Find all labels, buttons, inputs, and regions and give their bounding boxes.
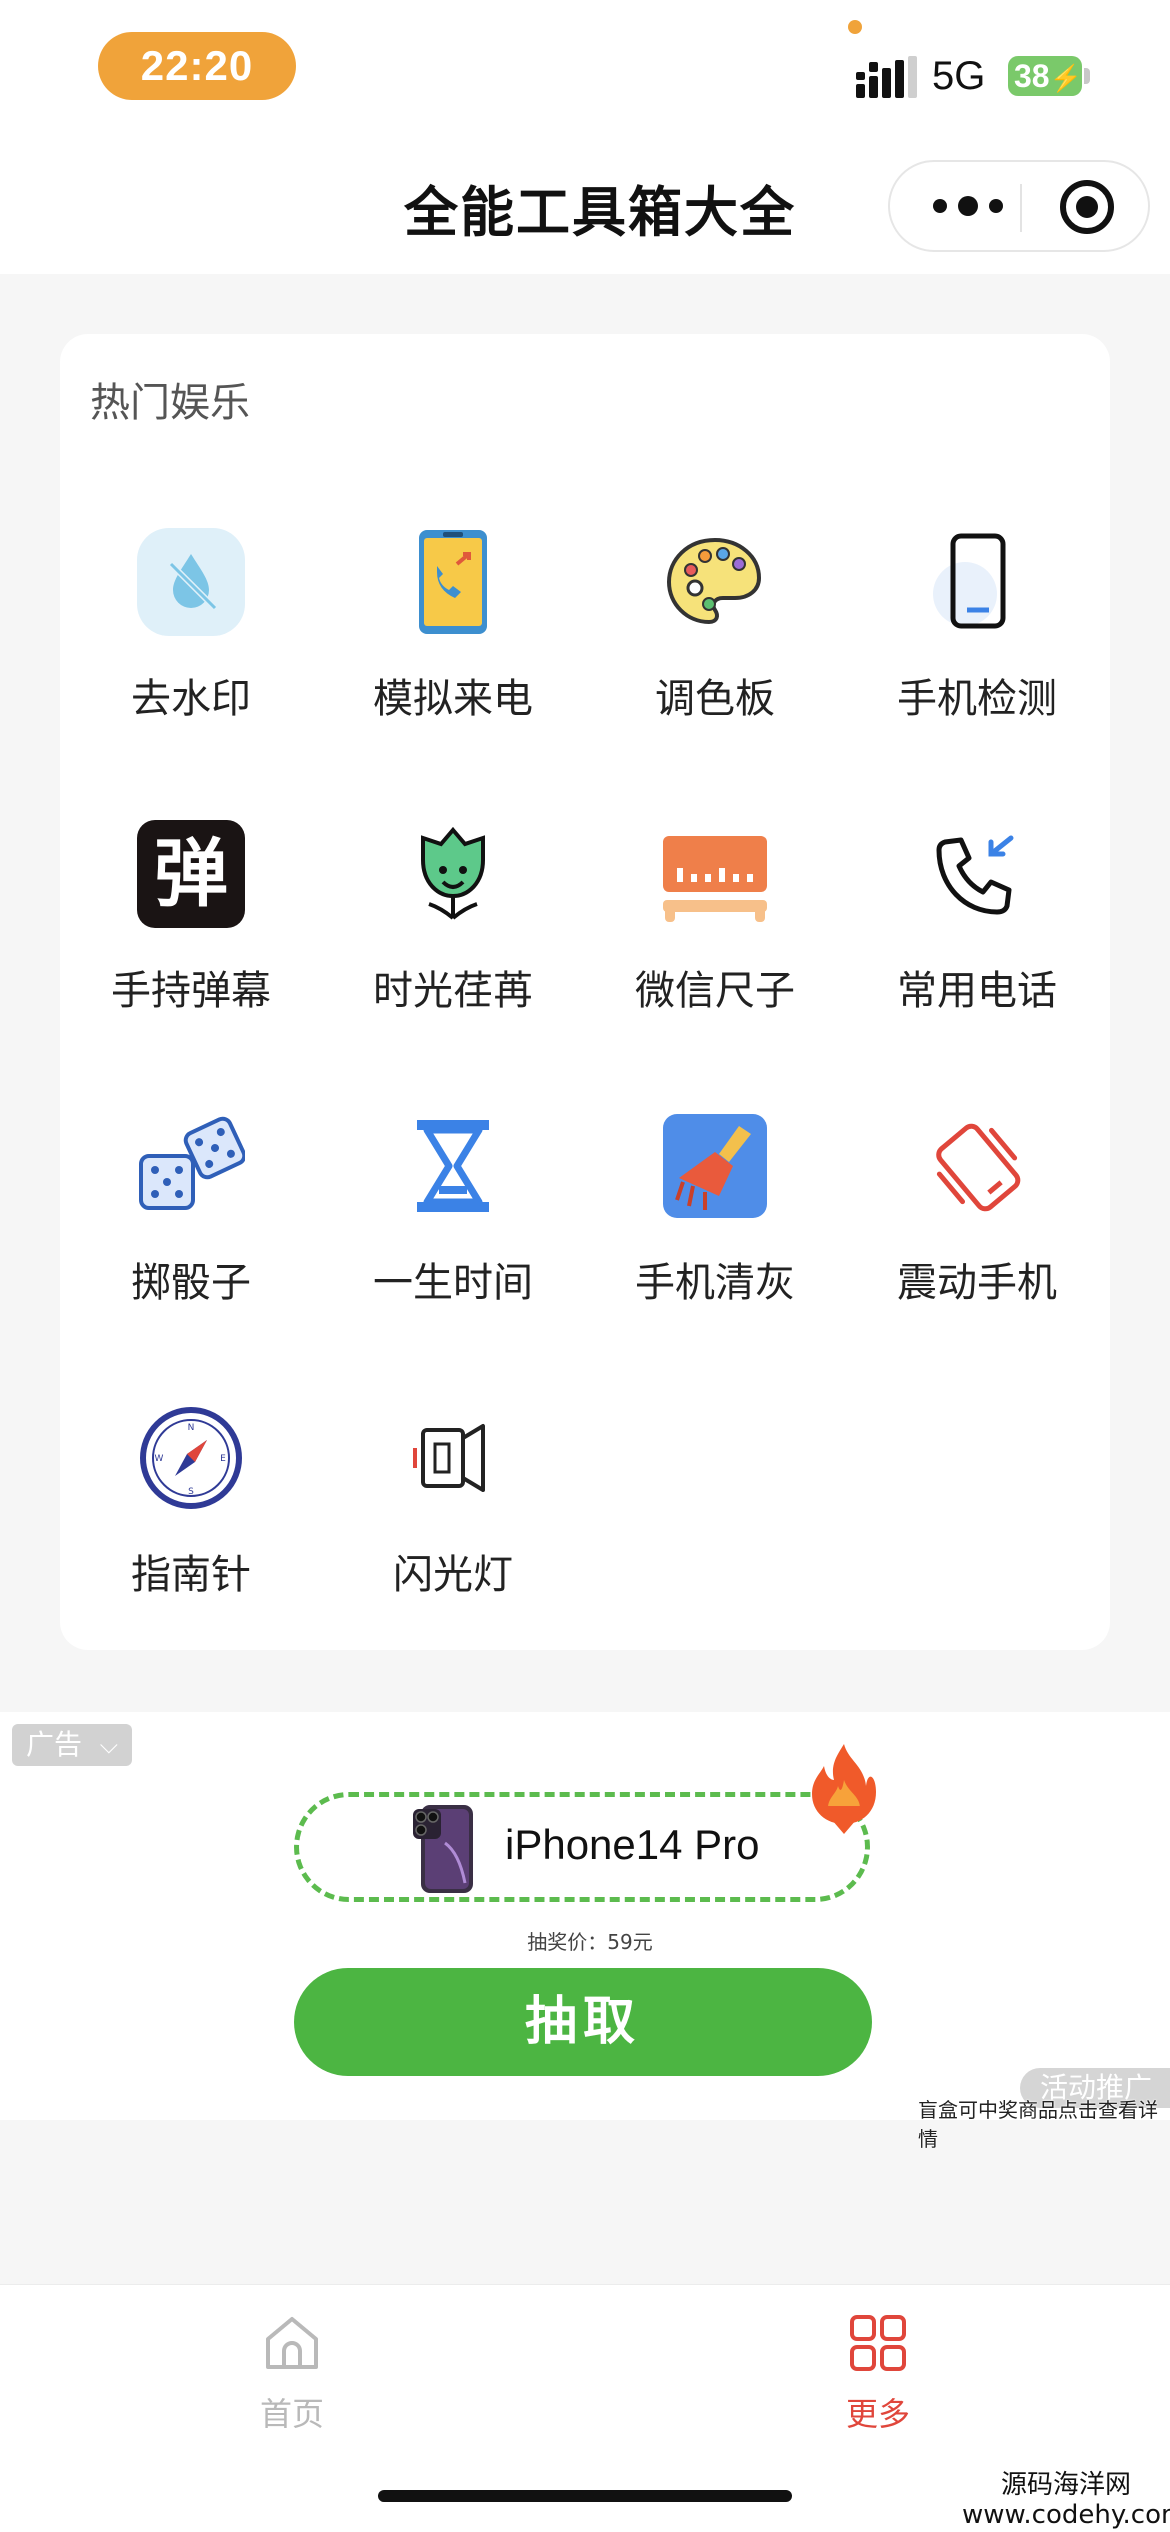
battery-icon: 38⚡ [1008,56,1082,96]
status-bar: 22:20 5G 38⚡ [0,0,1170,130]
tool-flashlight[interactable]: 闪光灯 [322,1404,584,1644]
tool-label: 时光荏苒 [373,968,533,1014]
tool-label: 手机清灰 [635,1260,795,1306]
lotus-face-icon [421,826,485,920]
tab-home[interactable]: 首页 [212,2305,372,2435]
watermark: 源码海洋网 www.codehy.com [962,2470,1170,2530]
battery-level: 38 [1014,58,1050,94]
more-dots-icon[interactable] [926,188,1010,224]
tool-dice[interactable]: 掷骰子 [60,1112,322,1352]
tool-label: 震动手机 [897,1260,1057,1306]
compass-icon: N S W E [140,1407,242,1509]
capsule-divider [1020,184,1022,232]
tab-home-label: 首页 [259,2395,324,2433]
promo-caption: 盲盒可中奖商品点击查看详情 [918,2098,1158,2151]
nav-bar: 全能工具箱大全 [0,130,1170,274]
hourglass-icon [417,1120,489,1212]
danmaku-icon: 弹 [137,820,245,928]
app-screen: 22:20 5G 38⚡ 全能工具箱大全 热门娱乐 去水印 模拟来电 调色板 手… [0,0,1170,2532]
svg-text:E: E [220,1454,226,1464]
watermark-line: www.codehy.com [962,2500,1170,2530]
tool-label: 常用电话 [897,968,1057,1014]
tab-more[interactable]: 更多 [798,2305,958,2435]
tool-remove-watermark[interactable]: 去水印 [60,528,322,768]
tool-ruler[interactable]: 微信尺子 [584,820,846,1060]
privacy-indicator-dot [848,20,862,34]
home-icon [266,2317,318,2369]
draw-button[interactable]: 抽取 [294,1968,872,2076]
droplet-crossed-icon [137,528,245,636]
tool-frequent-calls[interactable]: 常用电话 [846,820,1108,1060]
dice-icon [139,1116,245,1210]
chevron-down-icon: ⌵ [99,1731,118,1759]
watermark-line: 源码海洋网 [1000,2470,1131,2500]
broom-icon [663,1114,767,1218]
tool-label: 模拟来电 [373,676,533,722]
tool-label: 指南针 [131,1552,251,1598]
tool-label: 调色板 [655,676,775,722]
status-time: 22:20 [98,32,296,100]
svg-text:S: S [188,1487,194,1497]
network-type: 5G [932,54,986,98]
ruler-icon [663,836,767,922]
phone-check-icon [933,533,1006,629]
ad-tag[interactable]: 广告 ⌵ [12,1724,132,1766]
tool-label: 手持弹幕 [111,968,271,1014]
tool-label: 一生时间 [373,1260,533,1306]
tool-time-flies[interactable]: 时光荏苒 [322,820,584,1060]
battery-tip [1084,68,1090,84]
tool-label: 手机检测 [897,676,1057,722]
tool-lifetime[interactable]: 一生时间 [322,1112,584,1352]
section-title: 热门娱乐 [90,380,250,426]
tool-palette[interactable]: 调色板 [584,528,846,768]
tool-fake-call[interactable]: 模拟来电 [322,528,584,768]
tool-card: 热门娱乐 去水印 模拟来电 调色板 手机检测 弹 手持弹幕 时光荏苒 微信尺子 … [60,334,1110,1650]
signal-icon [856,56,917,98]
draw-price: 抽奖价：59元 [527,1930,653,1954]
fire-icon [812,1744,876,1834]
miniprogram-capsule [888,160,1150,252]
prize-name: iPhone14 Pro [505,1821,760,1868]
prize-box[interactable]: iPhone14 Pro [294,1792,870,1902]
tool-label: 微信尺子 [635,968,795,1014]
ad-banner: 广告 ⌵ iPhone14 Pro 抽奖价：59元 抽取 活动推广 盲盒可中奖商… [0,1712,1170,2151]
grid-icon [850,2315,906,2371]
svg-text:W: W [155,1454,164,1464]
tool-label: 掷骰子 [131,1260,251,1306]
tool-vibrate[interactable]: 震动手机 [846,1112,1108,1352]
vibrate-phone-icon [936,1123,1021,1212]
tool-danmaku[interactable]: 弹 手持弹幕 [60,820,322,1060]
tool-label: 去水印 [131,676,251,722]
svg-text:N: N [188,1423,195,1433]
phone-callback-icon [936,835,1014,915]
ad-tag-label: 广告 [26,1728,83,1761]
tool-compass[interactable]: N S W E 指南针 [60,1404,322,1644]
tool-label: 闪光灯 [393,1552,513,1598]
tab-more-label: 更多 [845,2395,910,2433]
home-indicator[interactable] [378,2490,792,2502]
iphone-product-icon [413,1805,473,1893]
tool-phone-check[interactable]: 手机检测 [846,528,1108,768]
close-miniprogram-icon[interactable] [1058,178,1116,236]
tool-phone-clean[interactable]: 手机清灰 [584,1112,846,1352]
palette-icon [666,537,762,625]
flashlight-icon [413,1424,485,1492]
incoming-call-phone-icon [419,530,487,634]
